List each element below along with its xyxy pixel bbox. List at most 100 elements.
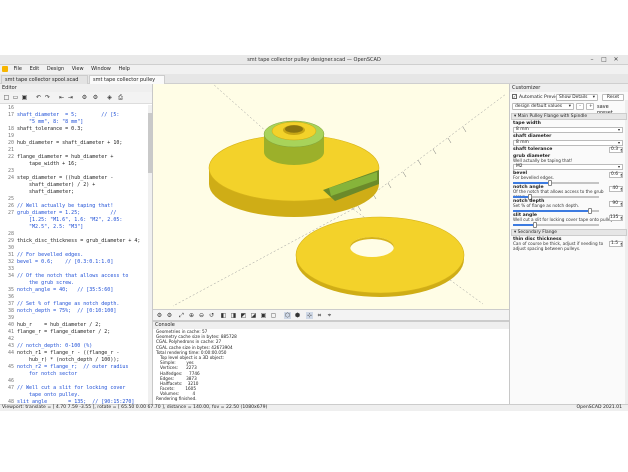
menu-file[interactable]: File	[11, 65, 25, 74]
code-line[interactable]: 36	[0, 294, 148, 301]
tab-pulley-designer-file[interactable]: smt tape collector pulley designer.scad✕	[89, 75, 165, 92]
param-bevel-slider[interactable]	[513, 180, 599, 186]
code-line[interactable]: 24 step_diameter = ((hub_diameter -	[0, 175, 148, 182]
code-line[interactable]: 40 hub_r = hub_diameter / 2;	[0, 322, 148, 329]
menu-view[interactable]: View	[69, 65, 87, 74]
param-slit-angle-spinbox[interactable]: 135 ▴ ▾	[609, 215, 623, 221]
export-stl-icon[interactable]: ◈	[106, 94, 113, 101]
close-window-button[interactable]: ✕	[612, 56, 620, 64]
top-view-icon[interactable]: ◨	[230, 312, 237, 319]
param-shaft-diameter-select[interactable]: 8 mm ▾	[513, 140, 623, 146]
code-line[interactable]: 16	[0, 105, 148, 112]
menu-design[interactable]: Design	[44, 65, 67, 74]
code-line[interactable]: 21	[0, 147, 148, 154]
code-line[interactable]: 44 notch_r1 = flange_r - ((flange_r -	[0, 350, 148, 357]
menu-edit[interactable]: Edit	[27, 65, 43, 74]
menu-window[interactable]: Window	[88, 65, 114, 74]
code-line[interactable]: 46	[0, 378, 148, 385]
slider-handle[interactable]	[588, 208, 593, 214]
orthogonal-icon[interactable]: ⬢	[294, 312, 301, 319]
3d-viewport[interactable]	[153, 84, 509, 309]
code-line[interactable]: 38 notch_depth = 75%; // [0:10:100]	[0, 308, 148, 315]
code-line[interactable]: tape onto pulley.	[0, 392, 148, 399]
code-line[interactable]: 20 hub_diameter = shaft_diameter + 10;	[0, 140, 148, 147]
code-line[interactable]: 27 grub_diameter = 1.25; //	[0, 210, 148, 217]
code-line[interactable]: hub_r) * (notch_depth / 100));	[0, 357, 148, 364]
code-line[interactable]: 30	[0, 245, 148, 252]
code-line[interactable]: 22 flange_diameter = hub_diameter +	[0, 154, 148, 161]
perspective-icon[interactable]: ⬡	[284, 312, 291, 319]
code-line[interactable]: 17 shaft_diameter = 5; // [5:	[0, 112, 148, 119]
code-line[interactable]: 43// notch_depth: 0-100 (%)	[0, 343, 148, 350]
code-line[interactable]: 34// Of the notch that allows access to	[0, 273, 148, 280]
param-grub-diameter-select[interactable]: M2 ▾	[513, 164, 623, 170]
editor-scrollbar-thumb[interactable]	[148, 113, 152, 173]
menu-help[interactable]: Help	[115, 65, 132, 74]
code-line[interactable]: shaft_diameter;	[0, 189, 148, 196]
param-notch-depth-spinbox[interactable]: 90 ▴ ▾	[609, 201, 623, 207]
code-line[interactable]: [1.25: "M1.6", 1.6: "M2", 2.05:	[0, 217, 148, 224]
code-line[interactable]: 19	[0, 133, 148, 140]
front-view-icon[interactable]: ▣	[260, 312, 267, 319]
code-line[interactable]: for notch sector	[0, 371, 148, 378]
maximize-button[interactable]: □	[600, 56, 608, 64]
code-line[interactable]: "5 mm", 8: "8 mm"]	[0, 119, 148, 126]
code-line[interactable]: 32 bevel = 0.6; // [0.3:0.1:1.0]	[0, 259, 148, 266]
view-all-icon[interactable]: ⤢	[178, 312, 185, 319]
render-icon[interactable]: ⚙	[166, 312, 173, 319]
new-file-icon[interactable]: □	[3, 94, 10, 101]
right-view-icon[interactable]: ◧	[220, 312, 227, 319]
code-line[interactable]: 39	[0, 315, 148, 322]
zoom-in-icon[interactable]: ⊕	[188, 312, 195, 319]
preview-icon[interactable]: ⚙	[81, 94, 88, 101]
code-line[interactable]: 23	[0, 168, 148, 175]
preview-icon[interactable]: ⚙	[156, 312, 163, 319]
param-notch-angle-spinbox[interactable]: 40 ▴ ▾	[609, 186, 623, 192]
show-edges-icon[interactable]: ⌗	[316, 312, 323, 319]
redo-icon[interactable]: ↷	[44, 94, 51, 101]
minimize-button[interactable]: –	[588, 56, 596, 64]
section-main-pulley[interactable]: ▾ Main Pulley Flange with Spindle	[511, 113, 627, 120]
open-file-icon[interactable]: ▭	[12, 94, 19, 101]
zoom-out-icon[interactable]: ⊖	[198, 312, 205, 319]
code-line[interactable]: 47// Well cut a slit for locking cover	[0, 385, 148, 392]
param-notch-depth-slider[interactable]	[513, 208, 599, 214]
code-line[interactable]: 25	[0, 196, 148, 203]
code-line[interactable]: 26// Well actually be taping that!	[0, 203, 148, 210]
code-line[interactable]: 35 notch_angle = 40; // [35:5:60]	[0, 287, 148, 294]
code-line[interactable]: 18 shaft_tolerance = 0.3;	[0, 126, 148, 133]
code-line[interactable]: 37// Set % of flange as notch depth.	[0, 301, 148, 308]
param-shaft-tolerance-spinbox[interactable]: 0.3 ▴ ▾	[609, 147, 623, 153]
code-line[interactable]: 45 notch_r2 = flange_r; // outer radius	[0, 364, 148, 371]
code-line[interactable]: 33	[0, 266, 148, 273]
param-bevel-spinbox[interactable]: 0.6 ▴ ▾	[609, 172, 623, 178]
render-icon[interactable]: ⚙	[92, 94, 99, 101]
code-editor[interactable]: 16 17 shaft_diameter = 5; // [5: "5 mm", 8…	[0, 105, 152, 404]
section-secondary-flange[interactable]: ▾ Secondary Flange	[511, 229, 627, 236]
slider-handle[interactable]	[532, 222, 537, 228]
details-select[interactable]: Show Details ▾	[556, 94, 598, 101]
back-view-icon[interactable]: ▢	[270, 312, 277, 319]
editor-scrollbar[interactable]	[148, 105, 152, 404]
code-line[interactable]: 41 flange_r = flange_diameter / 2;	[0, 329, 148, 336]
auto-preview-checkbox[interactable]: ✓	[512, 94, 517, 99]
send-to-printer-icon[interactable]: ⎙	[117, 94, 124, 101]
left-view-icon[interactable]: ◪	[250, 312, 257, 319]
unindent-icon[interactable]: ⇤	[58, 94, 65, 101]
crosshairs-icon[interactable]: ⌖	[326, 312, 333, 319]
preset-select[interactable]: design default values ▾	[512, 103, 574, 110]
code-line[interactable]: 29 thick_disc_thickness = grub_diameter +…	[0, 238, 148, 245]
param-notch-angle-slider[interactable]	[513, 194, 599, 200]
add-preset-button[interactable]: +	[586, 103, 594, 110]
bottom-view-icon[interactable]: ◩	[240, 312, 247, 319]
show-axes-icon[interactable]: ⊹	[306, 312, 313, 319]
param-tape-width-select[interactable]: 8 mm ▾	[513, 127, 623, 133]
code-line[interactable]: 31// For bevelled edges.	[0, 252, 148, 259]
reset-button[interactable]: Reset	[602, 94, 624, 101]
param-slit-angle-slider[interactable]	[513, 222, 599, 228]
tab-spool-file[interactable]: smt tape collector spool.scad	[1, 75, 88, 84]
save-icon[interactable]: ▣	[21, 94, 28, 101]
code-line[interactable]: 28	[0, 231, 148, 238]
delete-preset-button[interactable]: -	[576, 103, 584, 110]
reset-view-icon[interactable]: ↺	[208, 312, 215, 319]
